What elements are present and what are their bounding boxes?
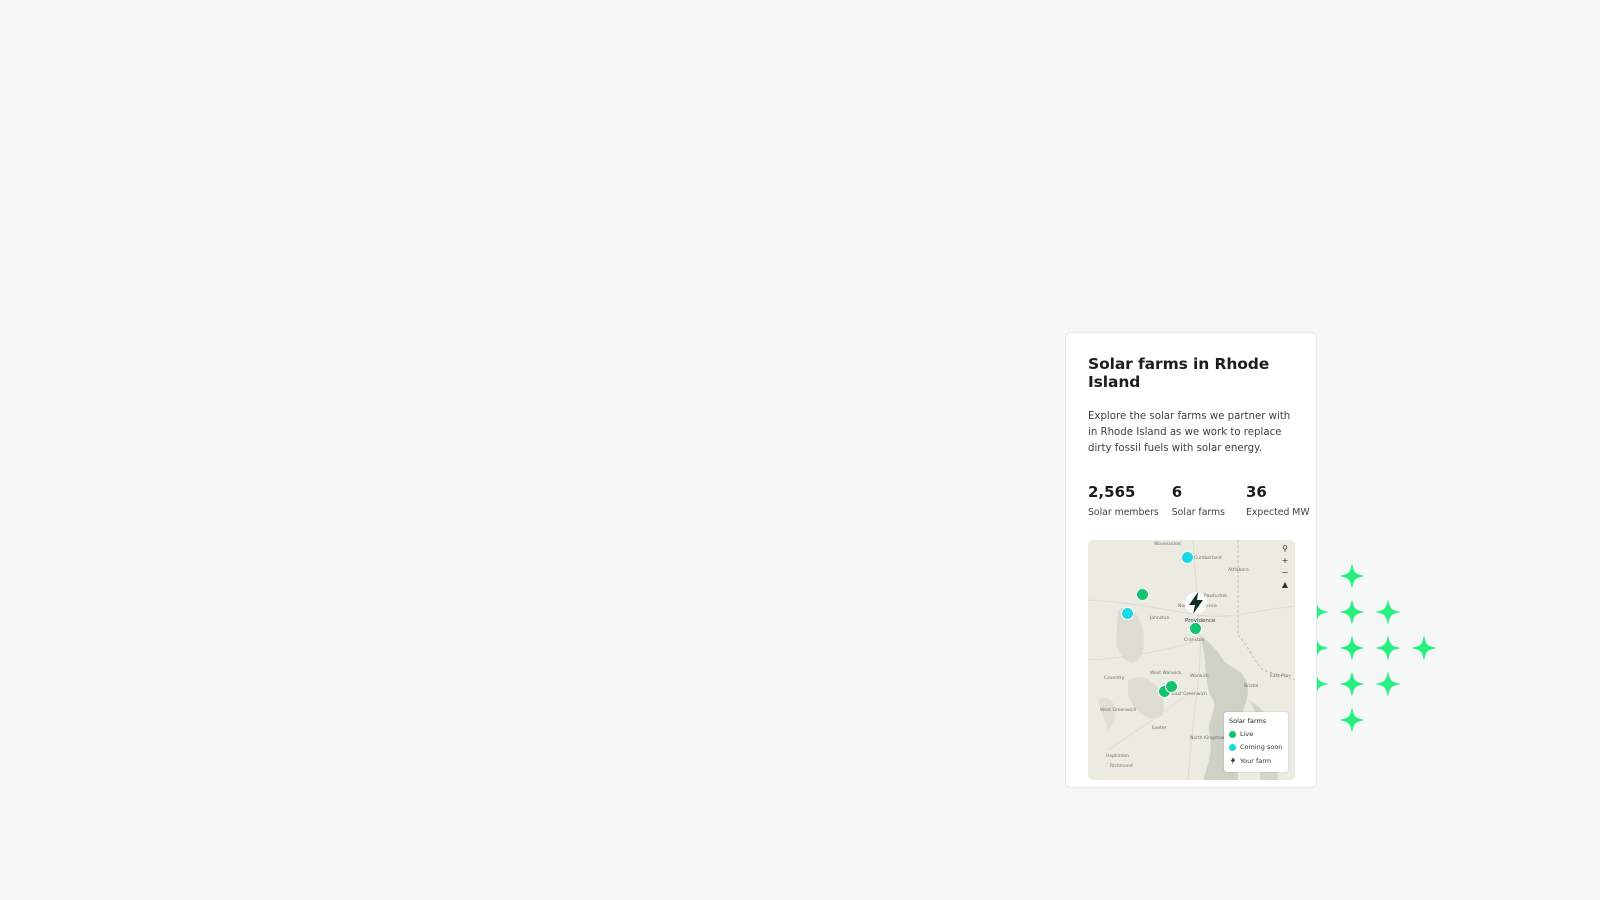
map-controls: ⚲ + − ▲	[1279, 544, 1291, 590]
map-place-label: Hopkinton	[1106, 754, 1130, 759]
sparkle-icon	[1411, 635, 1437, 661]
map-place-label: Attleboro	[1228, 568, 1249, 573]
stat-solar-members: 2,565 Solar members	[1088, 483, 1159, 518]
map-place-label: Exeter	[1152, 726, 1167, 731]
legend-item-coming-soon: Coming soon	[1229, 743, 1283, 751]
stat-label: Solar farms	[1171, 507, 1225, 518]
sparkle-icon	[1339, 563, 1365, 589]
bolt-icon	[1230, 756, 1236, 765]
map-place-label: Richmond	[1110, 764, 1133, 769]
your-farm-bolt-icon[interactable]	[1184, 590, 1208, 616]
sparkle-icon	[1339, 635, 1365, 661]
stat-value: 2,565	[1088, 483, 1136, 501]
sparkle-icon	[1339, 707, 1365, 733]
stat-label: Solar members	[1088, 507, 1159, 518]
solar-farms-card: Solar farms in Rhode Island Explore the …	[1065, 332, 1317, 788]
legend-label: Your farm	[1240, 756, 1272, 765]
map-place-label: West Greenwich	[1100, 708, 1137, 713]
map-place-label: Warwick	[1190, 674, 1209, 679]
map-place-label: North Kingstown	[1190, 736, 1228, 741]
stat-solar-farms: 6 Solar farms	[1172, 483, 1225, 518]
map-place-label: Woonsocket	[1154, 542, 1182, 547]
sparkle-icon	[1375, 671, 1401, 697]
card-title: Solar farms in Rhode Island	[1088, 355, 1270, 391]
stat-label: Expected MW	[1245, 507, 1310, 518]
map-place-label: Bristol	[1244, 684, 1259, 689]
farm-marker-live[interactable]	[1136, 588, 1149, 601]
live-dot-icon	[1229, 730, 1236, 738]
compass-icon[interactable]: ▲	[1279, 580, 1291, 590]
stat-value: 6	[1171, 483, 1183, 501]
map-place-label: Cumberland	[1194, 556, 1222, 561]
map-legend: Solar farms Live Coming soon Your farm	[1224, 712, 1288, 772]
solar-farms-map[interactable]: Woonsocket Cumberland Attleboro Pawtucke…	[1088, 540, 1295, 780]
legend-title: Solar farms	[1229, 717, 1267, 725]
coming-soon-dot-icon	[1229, 743, 1236, 751]
stats-row: 2,565 Solar members 6 Solar farms 36 Exp…	[1088, 483, 1310, 518]
sparkle-icon	[1375, 599, 1401, 625]
stat-expected-mw: 36 Expected MW	[1246, 483, 1310, 518]
sparkle-icon	[1339, 671, 1365, 697]
sparkle-icon	[1375, 635, 1401, 661]
legend-item-your-farm: Your farm	[1229, 756, 1283, 765]
card-description: Explore the solar farms we partner with …	[1088, 411, 1291, 454]
farm-marker-live[interactable]	[1165, 680, 1178, 693]
map-place-label: East Prov	[1270, 674, 1291, 679]
legend-label: Live	[1240, 730, 1254, 738]
page: Solar farms in Rhode Island Explore the …	[0, 0, 1600, 900]
legend-label: Coming soon	[1240, 743, 1283, 751]
sparkle-icon	[1339, 599, 1365, 625]
map-place-label: Coventry	[1104, 676, 1125, 681]
zoom-out-icon[interactable]: −	[1279, 568, 1291, 578]
farm-marker-coming-soon[interactable]	[1121, 607, 1134, 620]
map-place-label: East Greenwich	[1172, 692, 1208, 697]
map-place-label: Johnston	[1150, 616, 1170, 621]
map-search-icon[interactable]: ⚲	[1279, 544, 1291, 554]
farm-marker-coming-soon[interactable]	[1181, 551, 1194, 564]
map-place-label: West Warwick	[1150, 671, 1182, 676]
legend-item-live: Live	[1229, 730, 1283, 738]
map-place-label: Cranston	[1184, 638, 1205, 643]
zoom-in-icon[interactable]: +	[1279, 556, 1291, 566]
sparkle-decoration	[1303, 563, 1437, 733]
stat-value: 36	[1245, 483, 1267, 501]
farm-marker-live[interactable]	[1189, 622, 1202, 635]
